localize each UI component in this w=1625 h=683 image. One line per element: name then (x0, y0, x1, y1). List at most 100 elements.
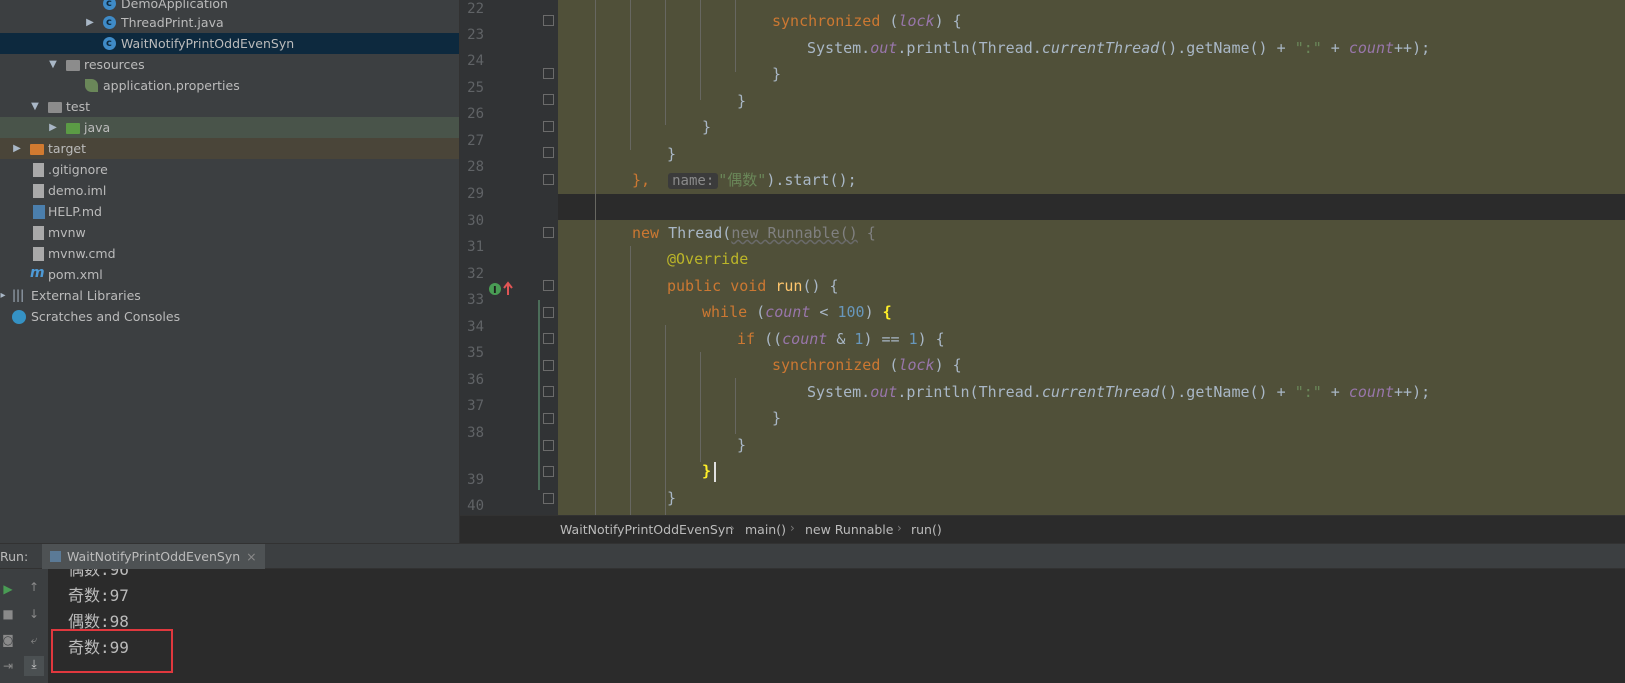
tree-item-label: ThreadPrint.java (121, 15, 224, 30)
maven-icon: m (30, 265, 45, 281)
code-token: .println(Thread. (897, 383, 1042, 401)
tree-item-resources[interactable]: ▼ resources (0, 54, 459, 75)
breadcrumb-run[interactable]: run() (911, 522, 942, 537)
fold-marker-icon[interactable] (543, 94, 554, 105)
fold-marker-icon[interactable] (543, 307, 554, 318)
fold-marker-icon[interactable] (543, 174, 554, 185)
login-icon[interactable]: ⇥ (0, 658, 16, 674)
scroll-to-end-icon[interactable]: ⤓ (24, 656, 44, 676)
expand-arrow-icon[interactable]: ▶ (11, 138, 23, 159)
indent-guide (595, 0, 596, 515)
code-editor[interactable]: 22 23 24 25 26 27 28 29 30 31 32 33 34 3… (460, 0, 1625, 515)
line-number: 29 (467, 186, 484, 202)
tree-item-pom-xml[interactable]: m pom.xml (0, 264, 459, 285)
line-number: 35 (467, 345, 484, 361)
tree-item-label: resources (84, 57, 145, 72)
code-token: ++); (1394, 39, 1431, 57)
tree-item-application-properties[interactable]: application.properties (0, 75, 459, 96)
fold-marker-icon[interactable] (543, 440, 554, 451)
chevron-right-icon: › (897, 521, 902, 535)
run-config-icon (50, 551, 61, 562)
tree-item-java[interactable]: ▶ java (0, 117, 459, 138)
breadcrumb-main[interactable]: main() (745, 522, 786, 537)
tree-item-mvnw[interactable]: mvnw (0, 222, 459, 243)
tree-item-label: test (66, 99, 91, 114)
code-token: Thread( (659, 224, 732, 242)
line-number: 30 (467, 213, 484, 229)
tree-item-demo-iml[interactable]: demo.iml (0, 180, 459, 201)
tree-item-threadprint[interactable]: ▶ ThreadPrint.java (0, 12, 459, 33)
fold-marker-icon[interactable] (543, 333, 554, 344)
arrow-up-icon[interactable]: ↑ (26, 579, 42, 595)
fold-marker-icon[interactable] (543, 360, 554, 371)
indent-guide (665, 0, 666, 125)
tree-item-external-libraries[interactable]: ▸ ||| External Libraries (0, 285, 459, 306)
fold-marker-icon[interactable] (543, 15, 554, 26)
code-line-27: } (667, 145, 677, 163)
chevron-right-icon: › (790, 521, 795, 535)
indent-guide (735, 0, 736, 72)
breadcrumb-runnable[interactable]: new Runnable (805, 522, 893, 537)
indent-guide (735, 378, 736, 434)
code-token: count (765, 303, 811, 321)
fold-marker-icon[interactable] (543, 386, 554, 397)
fold-marker-icon[interactable] (543, 413, 554, 424)
collapse-arrow-icon[interactable]: ▼ (29, 96, 41, 117)
code-token: out (870, 383, 898, 401)
line-number: 31 (467, 239, 484, 255)
expand-arrow-icon[interactable]: ▸ (0, 285, 9, 306)
run-console[interactable]: ▶ ↑ ■ ↓ ◙ ⤶ ⇥ ⤓ 偶数:96 奇数:97 偶数:98 奇数:99 (0, 569, 1625, 683)
camera-icon[interactable]: ◙ (0, 632, 16, 648)
code-token: new (632, 224, 660, 242)
arrow-down-icon[interactable]: ↓ (26, 606, 42, 622)
code-token: run (766, 277, 803, 295)
collapse-arrow-icon[interactable]: ▼ (47, 54, 59, 75)
expand-arrow-icon[interactable]: ▶ (47, 117, 59, 138)
tree-item-waitnotify[interactable]: WaitNotifyPrintOddEvenSyn (0, 33, 459, 54)
fold-marker-icon[interactable] (543, 121, 554, 132)
run-tool-window-header: Run: WaitNotifyPrintOddEvenSyn × (0, 543, 1625, 570)
fold-marker-icon[interactable] (543, 147, 554, 158)
fold-marker-icon[interactable] (543, 227, 554, 238)
expand-arrow-icon[interactable]: ▶ (84, 12, 96, 33)
fold-marker-icon[interactable] (543, 68, 554, 79)
tree-item-label: demo.iml (48, 183, 107, 198)
breadcrumb-class[interactable]: WaitNotifyPrintOddEvenSyn (560, 522, 733, 537)
resources-folder-icon (66, 60, 80, 71)
tree-item-target[interactable]: ▶ target (0, 138, 459, 159)
tree-item-mvnw-cmd[interactable]: mvnw.cmd (0, 243, 459, 264)
chevron-right-icon: › (730, 521, 735, 535)
properties-icon (85, 79, 98, 92)
stop-icon[interactable]: ■ (0, 606, 16, 622)
close-icon[interactable]: × (246, 549, 256, 564)
implements-method-icon[interactable]: I (488, 281, 514, 297)
code-token: count (1348, 383, 1395, 401)
tree-item-gitignore[interactable]: .gitignore (0, 159, 459, 180)
fold-marker-icon[interactable] (543, 280, 554, 291)
code-token: synchronized (772, 12, 881, 30)
rerun-icon[interactable]: ▶ (0, 581, 16, 597)
tree-item-label: java (84, 120, 111, 135)
file-icon (33, 184, 44, 198)
tree-item-scratches[interactable]: Scratches and Consoles (0, 306, 459, 327)
run-tab[interactable]: WaitNotifyPrintOddEvenSyn × (42, 544, 265, 570)
run-label: Run: (0, 549, 29, 564)
fold-marker-icon[interactable] (543, 466, 554, 477)
folder-icon (48, 102, 62, 113)
tree-item-label: WaitNotifyPrintOddEvenSyn (121, 36, 295, 51)
code-token: { (857, 224, 876, 242)
line-number: 28 (467, 159, 484, 175)
code-token: ( (747, 303, 766, 321)
indent-guide (665, 325, 666, 515)
tree-item-help-md[interactable]: HELP.md (0, 201, 459, 222)
code-token: @Override (667, 250, 749, 268)
tree-item-label: target (48, 141, 87, 156)
code-token: public void (667, 277, 767, 295)
scratch-icon (12, 310, 26, 324)
tree-item-test[interactable]: ▼ test (0, 96, 459, 117)
soft-wrap-icon[interactable]: ⤶ (26, 632, 42, 648)
fold-marker-icon[interactable] (543, 493, 554, 504)
code-token: count (1348, 39, 1395, 57)
line-number: 36 (467, 372, 484, 388)
code-token: ().getName() + (1159, 39, 1295, 57)
